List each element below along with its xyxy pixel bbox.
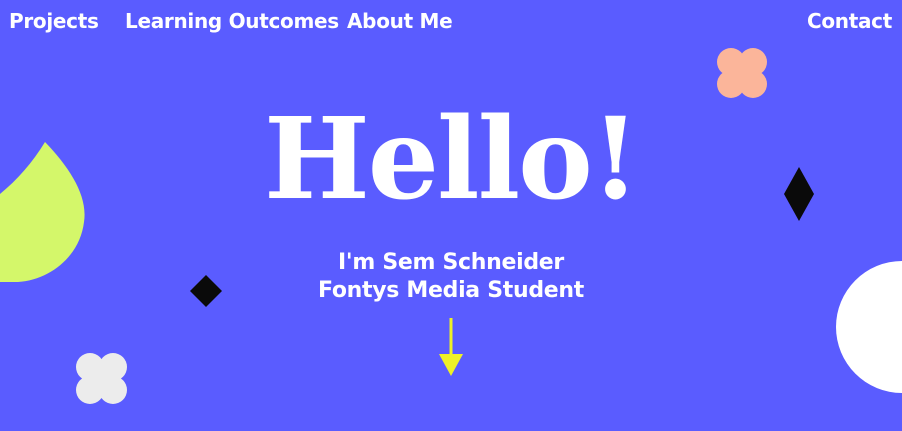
nav-projects-link[interactable]: Projects <box>9 6 99 36</box>
top-nav: Projects Learning Outcomes About Me Cont… <box>0 6 902 36</box>
gray-flower-shape <box>76 353 127 404</box>
hero-name-line: I'm Sem Schneider <box>338 250 564 275</box>
hero-title: Hello! <box>263 94 640 225</box>
hero-page: Projects Learning Outcomes About Me Cont… <box>0 0 902 431</box>
nav-learning-outcomes-link[interactable]: Learning Outcomes <box>125 6 339 36</box>
arrow-down-icon[interactable] <box>435 318 467 380</box>
hero-role-line: Fontys Media Student <box>317 278 584 303</box>
nav-about-me-link[interactable]: About Me <box>347 6 453 36</box>
nav-contact-link[interactable]: Contact <box>807 6 892 36</box>
